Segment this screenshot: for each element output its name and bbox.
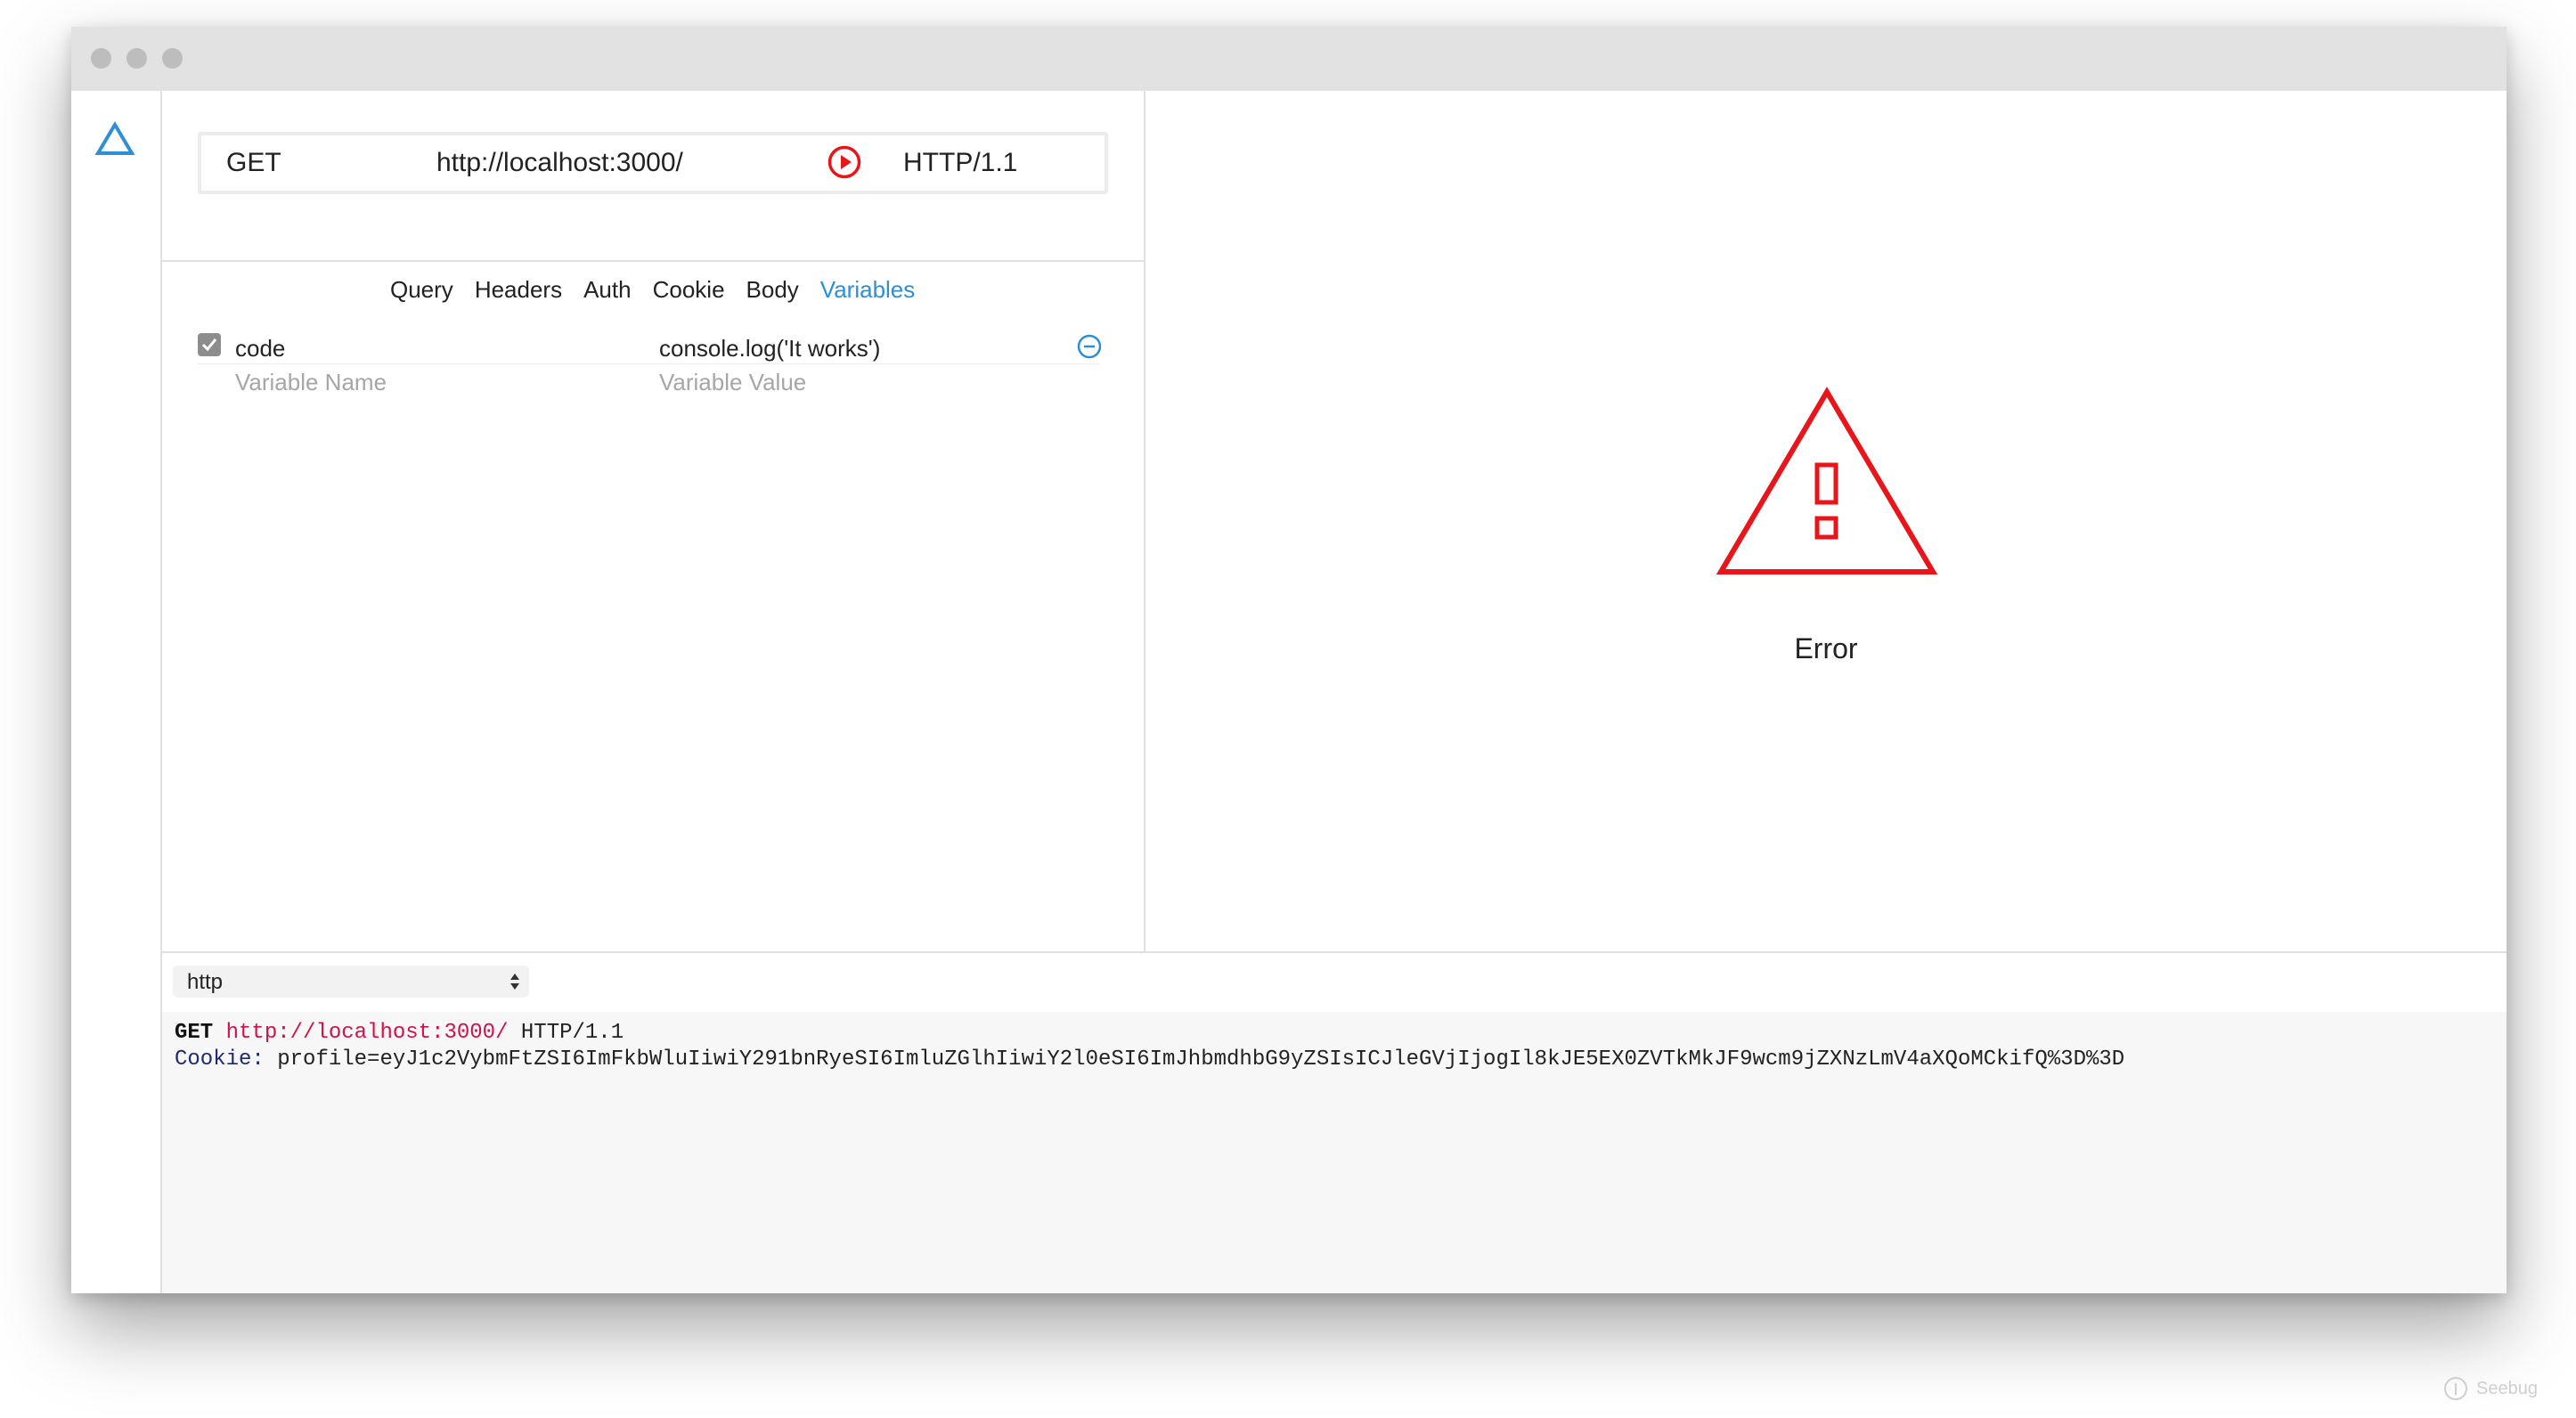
watermark-text: Seebug [2476, 1378, 2538, 1398]
watermark: Seebug [2442, 1375, 2538, 1402]
new-variable-row: Variable Name Variable Value [198, 365, 1099, 397]
checkmark-icon [201, 338, 217, 352]
variable-enabled-checkbox[interactable] [198, 333, 221, 356]
variable-name-field[interactable]: code [235, 335, 285, 363]
raw-request-view: GET http://localhost:3000/ HTTP/1.1 Cook… [162, 1012, 2507, 1293]
raw-header-value: profile=eyJ1c2VybmFtZSI6ImFkbWluIiwiY291… [277, 1047, 2125, 1072]
tab-body[interactable]: Body [746, 276, 799, 304]
format-select[interactable]: http [173, 966, 529, 998]
send-request-icon[interactable] [827, 144, 862, 180]
tab-auth[interactable]: Auth [583, 276, 632, 304]
request-tabs-bar: Query Headers Auth Cookie Body Variables [162, 260, 1144, 324]
error-message: Error [1794, 632, 1858, 664]
variable-row: code console.log('It works') [198, 330, 1102, 364]
maximize-window-button[interactable] [162, 48, 183, 69]
close-window-button[interactable] [91, 48, 111, 69]
raw-url: http://localhost:3000/ [225, 1021, 509, 1045]
request-panel: GET http://localhost:3000/ HTTP/1.1 Quer… [162, 91, 1145, 951]
app-logo-icon[interactable] [94, 121, 135, 157]
raw-protocol: HTTP/1.1 [520, 1021, 624, 1045]
select-arrows-icon [510, 974, 519, 990]
new-variable-value-input[interactable]: Variable Value [659, 369, 806, 396]
minimize-window-button[interactable] [126, 48, 147, 69]
raw-header-name: Cookie [175, 1047, 252, 1072]
url-bar: GET http://localhost:3000/ HTTP/1.1 [198, 132, 1108, 194]
tab-variables[interactable]: Variables [820, 276, 915, 304]
seebug-logo-icon [2444, 1377, 2467, 1400]
error-warning-icon [1716, 387, 1938, 575]
remove-variable-icon[interactable] [1076, 333, 1103, 360]
tab-query[interactable]: Query [390, 276, 453, 304]
format-select-value: http [187, 970, 224, 994]
request-tabs: Query Headers Auth Cookie Body Variables [390, 276, 936, 304]
new-variable-name-input[interactable]: Variable Name [235, 369, 387, 396]
url-input[interactable]: http://localhost:3000/ [436, 148, 683, 178]
format-bar: http [162, 951, 2507, 1014]
tab-headers[interactable]: Headers [475, 276, 562, 304]
title-bar [71, 27, 2507, 92]
cookie-header-line: Cookie: profile=eyJ1c2VybmFtZSI6ImFkbWlu… [175, 1047, 2125, 1072]
raw-method: GET [175, 1021, 214, 1045]
request-line: GET http://localhost:3000/ HTTP/1.1 [175, 1021, 624, 1045]
method-selector[interactable]: GET [226, 148, 281, 178]
protocol-selector[interactable]: HTTP/1.1 [903, 148, 1017, 178]
response-panel: Error [1145, 91, 2507, 951]
sidebar [71, 91, 162, 1293]
app-window: GET http://localhost:3000/ HTTP/1.1 Quer… [71, 27, 2507, 1293]
variable-value-field[interactable]: console.log('It works') [659, 335, 880, 363]
tab-cookie[interactable]: Cookie [653, 276, 725, 304]
